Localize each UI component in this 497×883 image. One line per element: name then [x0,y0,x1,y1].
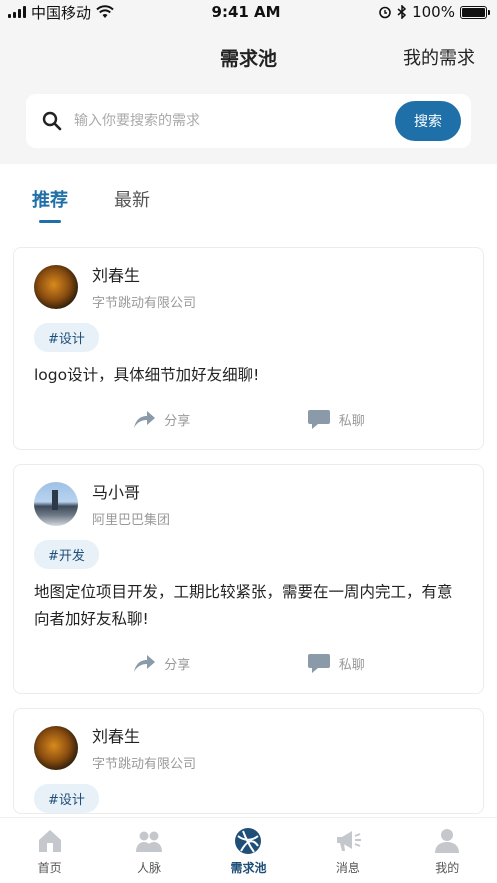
user-name: 马小哥 [92,483,141,502]
user-info: 刘春生 字节跳动有限公司 [92,723,196,772]
user-name: 刘春生 [92,727,141,746]
tab-messages[interactable]: 消息 [308,827,388,876]
tab-contacts[interactable]: 人脉 [109,827,189,876]
profile-icon [435,829,460,853]
category-tag[interactable]: #开发 [34,540,99,569]
carrier-label: 中国移动 [31,3,92,22]
battery-percent: 100% [412,3,455,21]
home-icon [38,830,61,852]
avatar[interactable] [34,481,78,526]
avatar[interactable] [34,264,78,309]
avatar[interactable] [34,725,78,770]
card-header: 刘春生 字节跳动有限公司 [34,723,463,772]
search-icon [42,111,62,131]
feed-tabs: 推荐 最新 [0,164,497,234]
search-bar: 搜索 [26,94,471,148]
status-left: 中国移动 [8,2,114,23]
my-demand-link[interactable]: 我的需求 [403,44,475,70]
signal-icon [8,6,26,18]
demand-card[interactable]: 马小哥 阿里巴巴集团 #开发 地图定位项目开发，工期比较紧张，需要在一周内完工，… [13,464,484,694]
share-button[interactable]: 分享 [132,652,190,674]
tab-demand-pool-label: 需求池 [230,861,267,875]
chat-bubble-icon [307,654,330,673]
header: 需求池 我的需求 搜索 [0,24,497,164]
bottom-tab-bar: 首页 人脉 需求池 消息 我的 [0,817,497,883]
tab-home-label: 首页 [37,861,62,875]
bluetooth-icon [397,5,407,19]
user-info: 马小哥 阿里巴巴集团 [92,479,170,528]
card-actions: 分享 私聊 [34,389,463,449]
tab-messages-label: 消息 [335,861,360,875]
post-content: 地图定位项目开发，工期比较紧张，需要在一周内完工，有意向者加好友私聊! [34,583,453,628]
share-label: 分享 [164,413,191,429]
search-button[interactable]: 搜索 [395,101,461,141]
user-info: 刘春生 字节跳动有限公司 [92,262,196,311]
tab-contacts-label: 人脉 [137,861,162,875]
chat-label: 私聊 [338,657,365,673]
category-tag[interactable]: #设计 [34,323,99,352]
alarm-icon [379,6,391,19]
tab-profile[interactable]: 我的 [407,827,487,876]
card-actions: 分享 私聊 [34,633,463,693]
megaphone-icon [336,831,361,851]
tab-recommended[interactable]: 推荐 [32,164,68,234]
tab-profile-label: 我的 [435,861,460,875]
wifi-icon [96,5,114,18]
company-name: 阿里巴巴集团 [92,513,171,528]
tab-latest[interactable]: 最新 [114,164,150,234]
private-chat-button[interactable]: 私聊 [307,408,365,430]
share-icon [134,655,156,672]
company-name: 字节跳动有限公司 [92,757,197,772]
category-tag[interactable]: #设计 [34,784,99,813]
share-button[interactable]: 分享 [132,408,190,430]
contacts-icon [136,831,163,852]
share-label: 分享 [164,657,191,673]
status-right: 100% [378,3,490,21]
private-chat-button[interactable]: 私聊 [307,652,365,674]
company-name: 字节跳动有限公司 [92,296,197,311]
tab-home[interactable]: 首页 [10,827,90,876]
chat-bubble-icon [307,410,330,429]
share-icon [134,411,156,428]
status-bar: 中国移动 9:41 AM 100% [0,0,497,24]
battery-icon [459,5,490,19]
tab-demand-pool[interactable]: 需求池 [208,827,288,876]
card-header: 马小哥 阿里巴巴集团 [34,479,463,528]
search-input[interactable] [74,113,395,129]
demand-pool-icon [235,828,262,854]
post-content: logo设计，具体细节加好友细聊! [34,366,260,384]
status-time: 9:41 AM [211,3,281,21]
user-name: 刘春生 [92,266,141,285]
demand-card[interactable]: 刘春生 字节跳动有限公司 #设计 logo设计，具体细节加好友细聊! 分享 私聊 [13,247,484,450]
demand-card[interactable]: 刘春生 字节跳动有限公司 #设计 [13,708,484,814]
chat-label: 私聊 [338,413,365,429]
card-header: 刘春生 字节跳动有限公司 [34,262,463,311]
demand-feed: 刘春生 字节跳动有限公司 #设计 logo设计，具体细节加好友细聊! 分享 私聊… [13,247,484,817]
